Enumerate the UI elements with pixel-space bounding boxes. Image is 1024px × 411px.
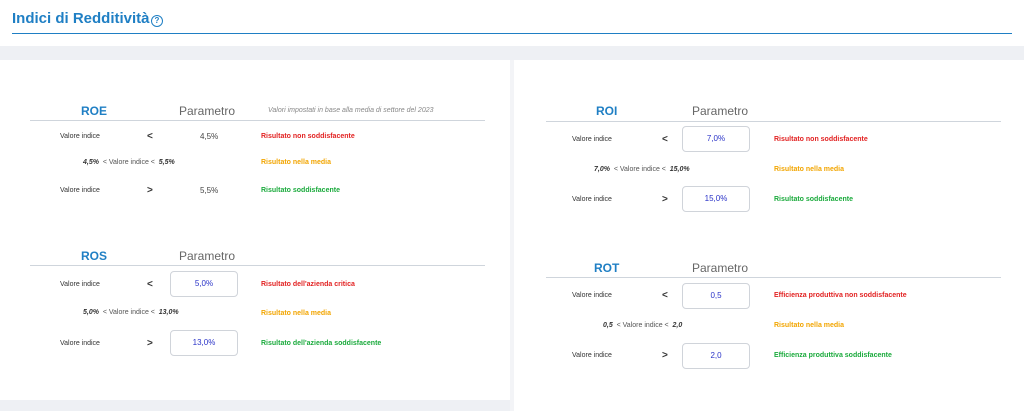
ros-row1-op: <	[147, 279, 153, 290]
rot-row2-high: 2,0	[672, 322, 683, 329]
rot-row1-op: <	[662, 290, 668, 301]
roi-row2-result: Risultato nella media	[774, 166, 845, 173]
help-icon[interactable]: ?	[151, 15, 163, 27]
rot-row1-value-field[interactable]: 0,5	[682, 283, 750, 309]
roi-header-line	[546, 121, 1001, 122]
ros-row1-value-field[interactable]: 5,0%	[170, 271, 238, 297]
ros-row3-result: Risultato dell'azienda soddisfacente	[261, 340, 382, 347]
ros-row2-mid: < Valore indice <	[102, 309, 155, 316]
rot-row1-result: Efficienza produttiva non soddisfacente	[774, 292, 907, 299]
rot-row2-mid: < Valore indice <	[616, 322, 669, 329]
roi-param-header: Parametro	[692, 104, 749, 118]
roe-row3-result: Risultato soddisfacente	[261, 187, 340, 194]
roi-row1-label: Valore indice	[572, 136, 612, 143]
roe-row3-label: Valore indice	[60, 187, 100, 194]
roi-row3-label: Valore indice	[572, 196, 612, 203]
left-card-footer	[0, 400, 510, 411]
ros-row3-label: Valore indice	[60, 340, 100, 347]
roe-row3-value: 5,5%	[200, 186, 219, 195]
ros-header-line	[30, 265, 485, 266]
roi-row2-high: 15,0%	[669, 166, 690, 173]
ros-row2-range: 5,0% < Valore indice < 13,0%	[83, 309, 179, 316]
roe-row3-op: >	[147, 185, 153, 196]
roi-row2-mid: < Valore indice <	[613, 166, 666, 173]
roe-row2-mid: < Valore indice <	[102, 159, 155, 166]
rot-row3-result: Efficienza produttiva soddisfacente	[774, 352, 892, 359]
roe-row1-op: <	[147, 131, 153, 142]
rot-row1-label: Valore indice	[572, 292, 612, 299]
ros-row2-low: 5,0%	[83, 309, 99, 316]
roi-row1-op: <	[662, 134, 668, 145]
section-separator	[0, 46, 1024, 60]
ros-row2-high: 13,0%	[158, 309, 179, 316]
roi-row3-value-field[interactable]: 15,0%	[682, 186, 750, 212]
page-header: Indici di Redditività ?	[0, 0, 1024, 46]
roi-row1-value-field[interactable]: 7,0%	[682, 126, 750, 152]
ros-row1-label: Valore indice	[60, 281, 100, 288]
roi-row2-range: 7,0% < Valore indice < 15,0%	[594, 166, 690, 173]
ros-param-header: Parametro	[179, 249, 236, 263]
roi-row1-result: Risultato non soddisfacente	[774, 136, 868, 143]
rot-header-line	[546, 277, 1001, 278]
page-title: Indici di Redditività	[12, 10, 150, 27]
rot-row2-result: Risultato nella media	[774, 322, 845, 329]
ros-row1-result: Risultato dell'azienda critica	[261, 281, 355, 288]
rot-row3-value-field[interactable]: 2,0	[682, 343, 750, 369]
roi-row3-result: Risultato soddisfacente	[774, 196, 853, 203]
rot-code: ROT	[594, 261, 620, 275]
ros-row3-value-field[interactable]: 13,0%	[170, 330, 238, 356]
roe-code: ROE	[81, 104, 108, 118]
roe-row1-label: Valore indice	[60, 133, 100, 140]
roi-row3-op: >	[662, 194, 668, 205]
roi-row2-low: 7,0%	[594, 166, 610, 173]
roe-note: Valori impostati in base alla media di s…	[268, 107, 434, 114]
roe-row2-high: 5,5%	[158, 159, 175, 166]
rot-row2-low: 0,5	[603, 322, 613, 329]
roe-row1-result: Risultato non soddisfacente	[261, 133, 355, 140]
rot-row2-range: 0,5 < Valore indice < 2,0	[603, 322, 682, 329]
roi-code: ROI	[596, 104, 618, 118]
rot-param-header: Parametro	[692, 261, 749, 275]
roe-row2-range: 4,5% < Valore indice < 5,5%	[83, 159, 175, 166]
roe-row2-result: Risultato nella media	[261, 159, 332, 166]
roe-row1-value: 4,5%	[200, 132, 219, 141]
title-divider	[12, 33, 1012, 34]
ros-code: ROS	[81, 249, 108, 263]
ros-row3-op: >	[147, 338, 153, 349]
rot-row3-label: Valore indice	[572, 352, 612, 359]
rot-row3-op: >	[662, 350, 668, 361]
roe-param-header: Parametro	[179, 104, 236, 118]
roe-header-line	[30, 120, 485, 121]
ros-row2-result: Risultato nella media	[261, 310, 332, 317]
roe-row2-low: 4,5%	[83, 159, 99, 166]
